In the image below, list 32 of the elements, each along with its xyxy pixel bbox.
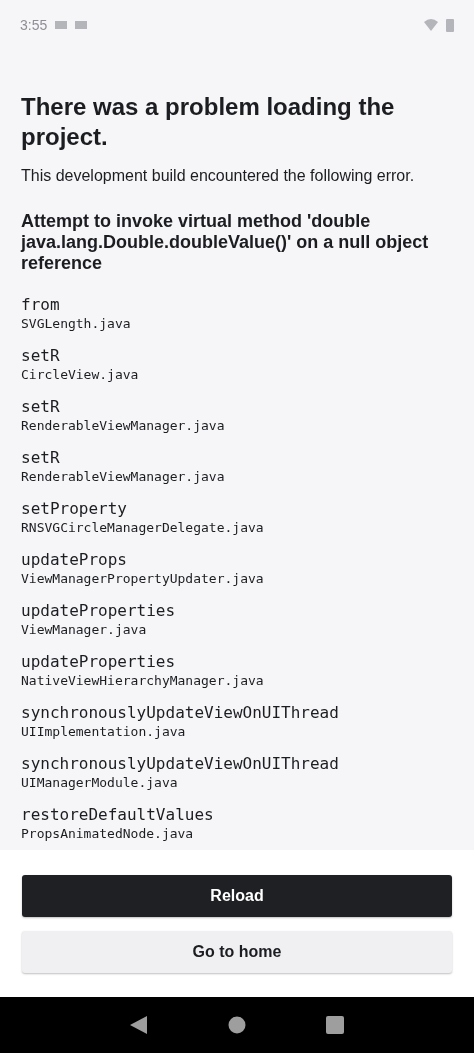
back-icon[interactable] [130,1016,148,1034]
stack-file: ViewManager.java [21,621,148,639]
stack-method: from [21,294,61,315]
stack-file: RNSVGCircleManagerDelegate.java [21,519,265,537]
stack-file: PropsAnimatedNode.java [21,825,195,843]
home-button[interactable]: Go to home [22,931,452,973]
stack-file: UIImplementation.java [21,723,187,741]
stack-method: updateProperties [21,600,177,621]
stack-file: UIManagerModule.java [21,774,179,792]
stack-file: CircleView.java [21,366,140,384]
stack-method: setProperty [21,498,128,519]
stack-file: RenderableViewManager.java [21,468,226,486]
reload-button[interactable]: Reload [22,875,452,917]
stack-file: NativeViewHierarchyManager.java [21,672,265,690]
clock: 3:55 [20,17,48,33]
error-title: There was a problem loading the project. [21,92,396,152]
stack-file: SVGLength.java [21,315,132,333]
stack-method: updateProperties [21,651,177,672]
battery-icon [446,18,454,32]
stack-method: restoreDefaultValues [21,804,215,825]
stack-method: setR [21,396,61,417]
error-description: This development build encountered the following error. [21,166,416,186]
error-message: Attempt to invoke virtual method 'double java.lang.Double.doubleValue()' on a null object reference [21,211,430,274]
wifi-icon [424,19,438,31]
stack-file: ViewManagerPropertyUpdater.java [21,570,265,588]
stack-method: setR [21,345,61,366]
stack-method: synchronouslyUpdateViewOnUIThread [21,753,340,774]
stack-method: setR [21,447,61,468]
stack-method: updateProps [21,549,128,570]
stack-file: RenderableViewManager.java [21,417,226,435]
home-icon[interactable] [228,1016,246,1034]
stack-method: synchronouslyUpdateViewOnUIThread [21,702,340,723]
